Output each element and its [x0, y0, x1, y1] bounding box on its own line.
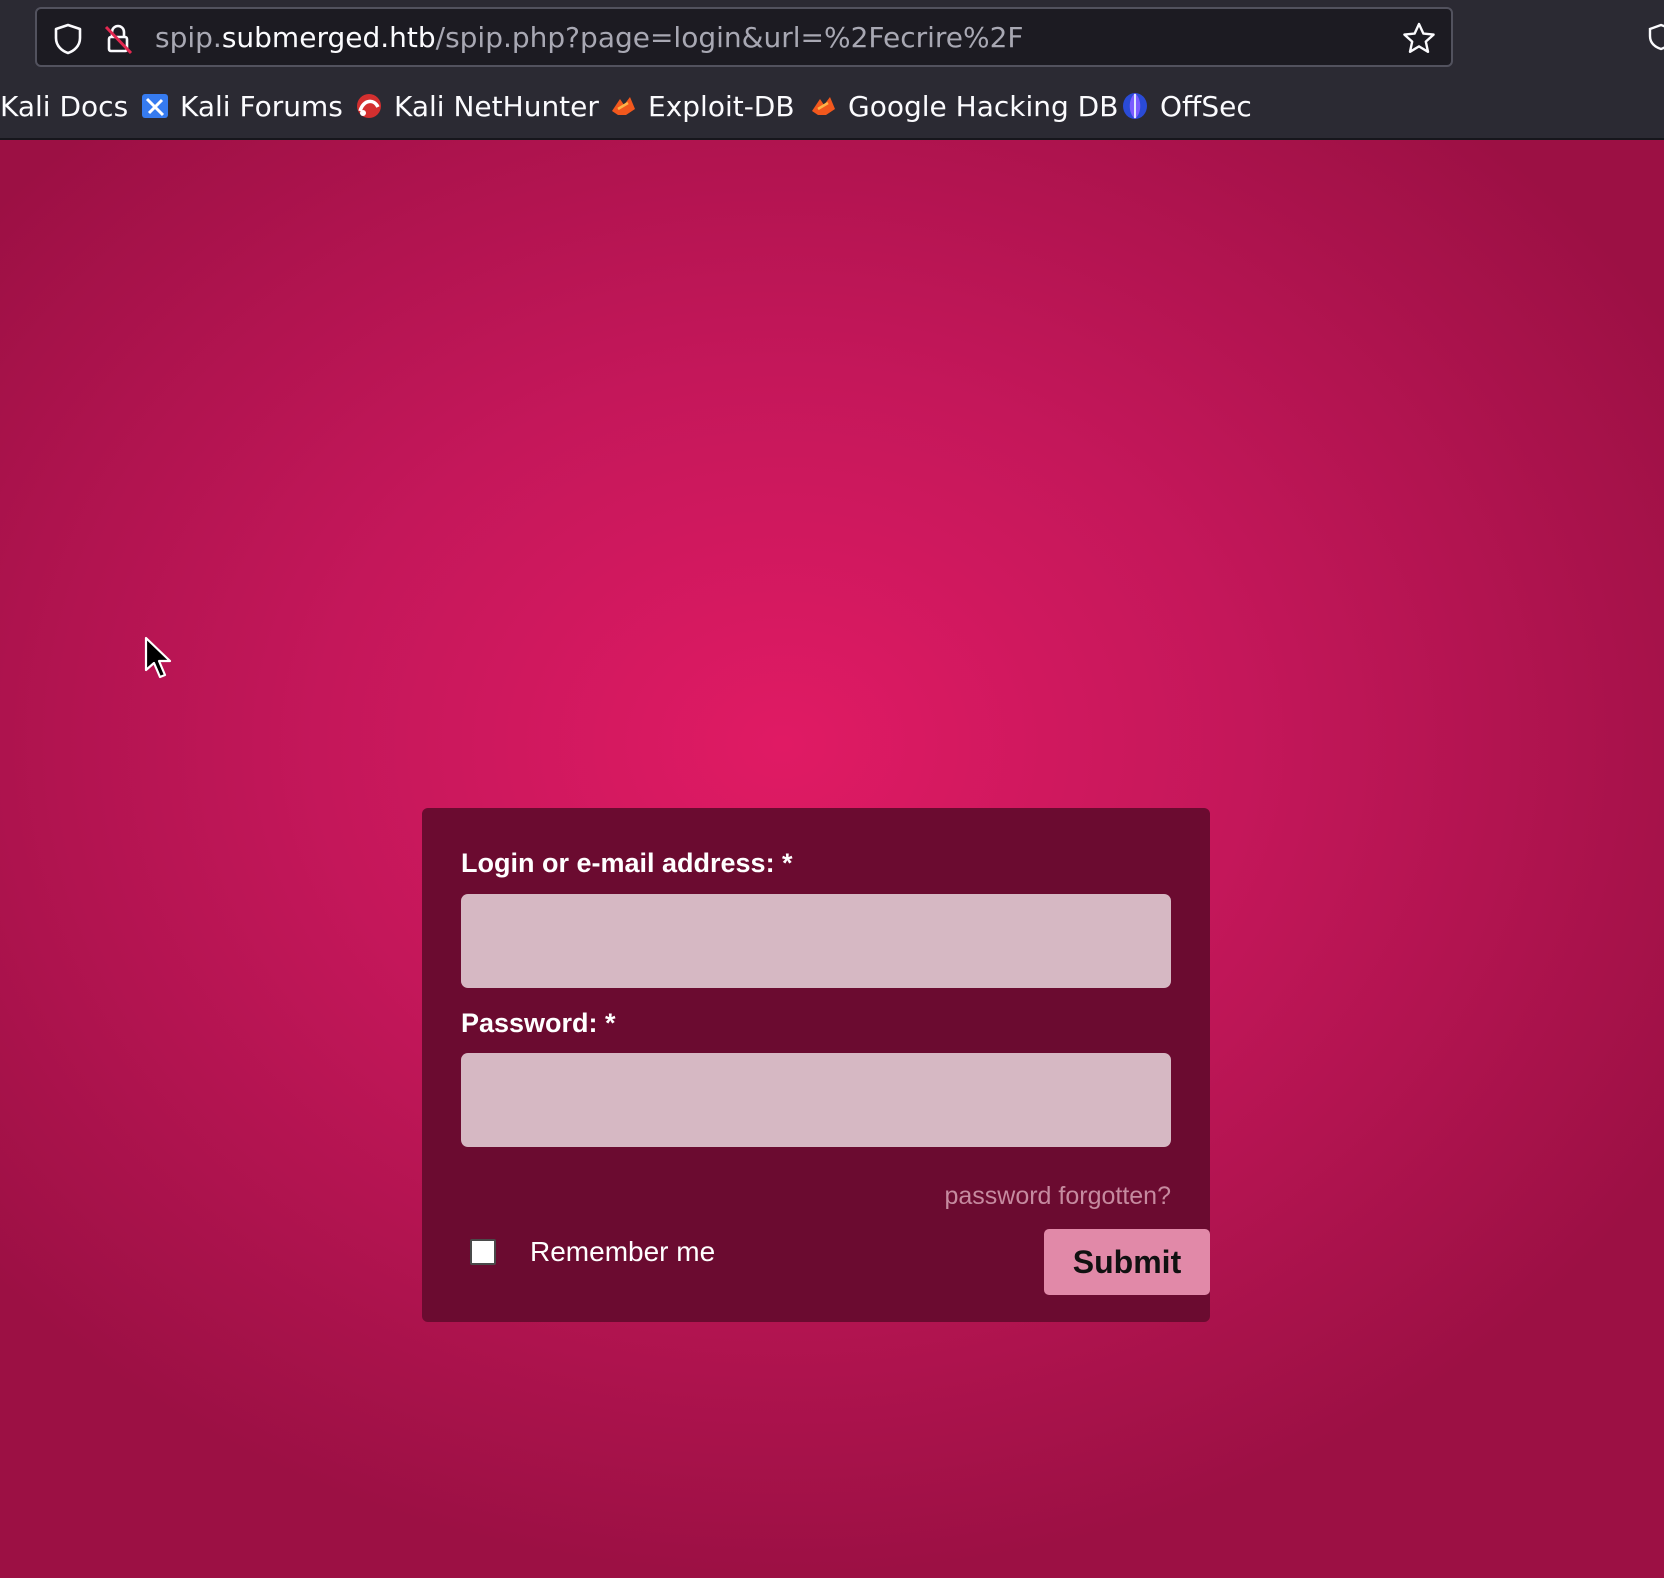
- url-path: /spip.php?page=login&url=%2Fecrire%2F: [435, 21, 1024, 54]
- password-label: Password: *: [461, 1008, 616, 1038]
- insecure-lock-icon[interactable]: [101, 22, 135, 56]
- kali-nethunter-icon: [354, 91, 384, 121]
- exploit-db-icon: [608, 91, 638, 121]
- offsec-icon: [1120, 91, 1150, 121]
- remember-me-row: Remember me: [470, 1236, 715, 1268]
- bookmark-label: OffSec: [1160, 89, 1252, 123]
- address-bar[interactable]: spip.submerged.htb/spip.php?page=login&u…: [35, 7, 1453, 67]
- password-forgotten-link[interactable]: password forgotten?: [944, 1182, 1171, 1211]
- extension-shield-icon[interactable]: [1646, 22, 1664, 52]
- bookmark-offsec[interactable]: OffSec: [1120, 86, 1252, 126]
- url-host: submerged.htb: [221, 21, 436, 54]
- page-background: Login or e-mail address: * Password: * p…: [0, 140, 1664, 1578]
- remember-me-label[interactable]: Remember me: [530, 1236, 715, 1268]
- bookmark-exploit-db[interactable]: Exploit-DB: [608, 86, 795, 126]
- bookmark-label: Google Hacking DB: [848, 89, 1119, 123]
- remember-me-checkbox[interactable]: [470, 1239, 496, 1265]
- kali-forums-icon: [140, 91, 170, 121]
- bookmark-label: Kali Forums: [180, 89, 343, 123]
- bookmark-google-hacking-db[interactable]: Google Hacking DB: [808, 86, 1118, 126]
- password-input[interactable]: [461, 1053, 1171, 1147]
- login-label: Login or e-mail address: *: [461, 848, 793, 878]
- submit-button[interactable]: Submit: [1044, 1229, 1210, 1295]
- bookmark-star-icon[interactable]: [1401, 21, 1437, 57]
- bookmark-kali-docs[interactable]: Kali Docs: [0, 86, 128, 126]
- bookmark-label: Kali Docs: [0, 89, 129, 123]
- login-input[interactable]: [461, 894, 1171, 988]
- bookmark-kali-nethunter[interactable]: Kali NetHunter: [354, 86, 599, 126]
- bookmark-label: Kali NetHunter: [394, 89, 599, 123]
- tracking-protection-shield-icon[interactable]: [51, 22, 85, 56]
- bookmarks-toolbar: Kali Docs Kali Forums Kali NetHunter Exp…: [0, 82, 1664, 132]
- bookmark-kali-forums[interactable]: Kali Forums: [140, 86, 343, 126]
- url-text[interactable]: spip.submerged.htb/spip.php?page=login&u…: [155, 21, 1024, 55]
- bookmark-label: Exploit-DB: [648, 89, 795, 123]
- mouse-cursor-icon: [144, 636, 174, 680]
- browser-toolbar: spip.submerged.htb/spip.php?page=login&u…: [0, 0, 1664, 140]
- ghdb-icon: [808, 91, 838, 121]
